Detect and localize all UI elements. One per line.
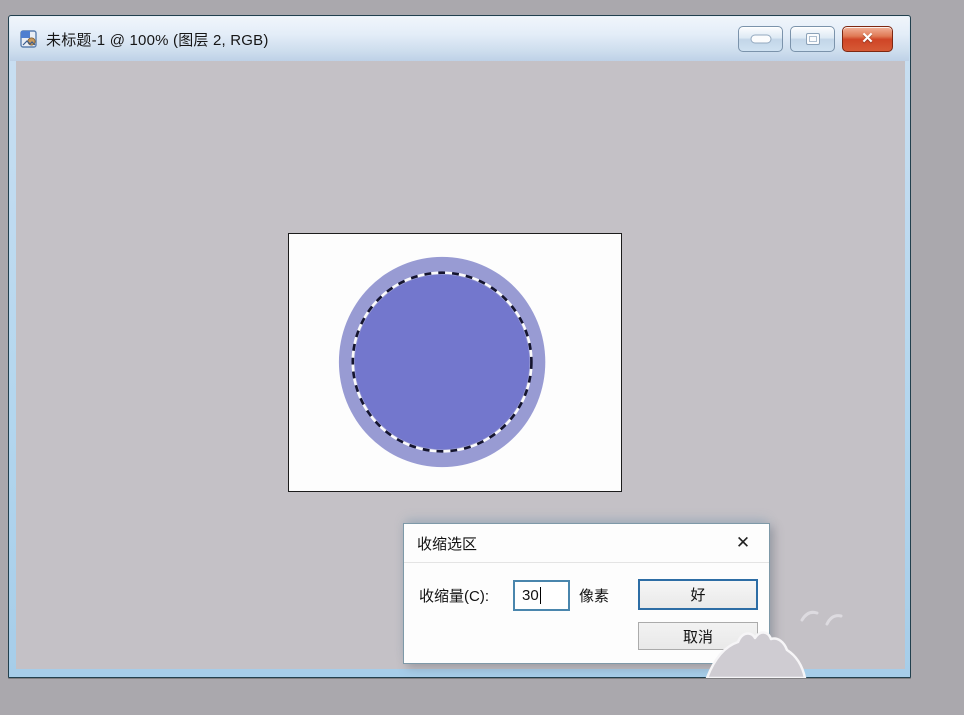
desktop-background: 未标题-1 @ 100% (图层 2, RGB) ✕: [0, 0, 964, 715]
minimize-icon: [750, 35, 771, 44]
close-button[interactable]: ✕: [842, 26, 893, 52]
window-controls: ✕: [738, 26, 899, 52]
restore-button[interactable]: [790, 26, 835, 52]
hand-cursor-icon: [703, 626, 813, 678]
shrink-amount-label: 收缩量(C):: [419, 583, 489, 611]
dialog-title: 收缩选区: [417, 533, 477, 554]
ok-button[interactable]: 好: [638, 579, 758, 610]
dialog-close-icon[interactable]: ✕: [730, 530, 756, 556]
shrink-amount-input[interactable]: 30: [513, 580, 570, 611]
minimize-button[interactable]: [738, 26, 783, 52]
close-icon: ✕: [861, 30, 874, 47]
circle-artwork: [289, 234, 621, 491]
window-title: 未标题-1 @ 100% (图层 2, RGB): [46, 29, 269, 50]
window-titlebar[interactable]: 未标题-1 @ 100% (图层 2, RGB) ✕: [10, 17, 909, 61]
image-canvas[interactable]: [288, 233, 622, 492]
photoshop-document-icon: [20, 30, 38, 48]
shrink-amount-value: 30: [522, 587, 539, 604]
click-motion-marks-icon: [796, 600, 848, 632]
restore-icon: [806, 33, 820, 45]
dialog-titlebar[interactable]: 收缩选区 ✕: [404, 524, 769, 563]
text-caret: [540, 587, 541, 604]
pixels-unit-label: 像素: [579, 583, 609, 611]
inner-circle: [355, 275, 530, 450]
